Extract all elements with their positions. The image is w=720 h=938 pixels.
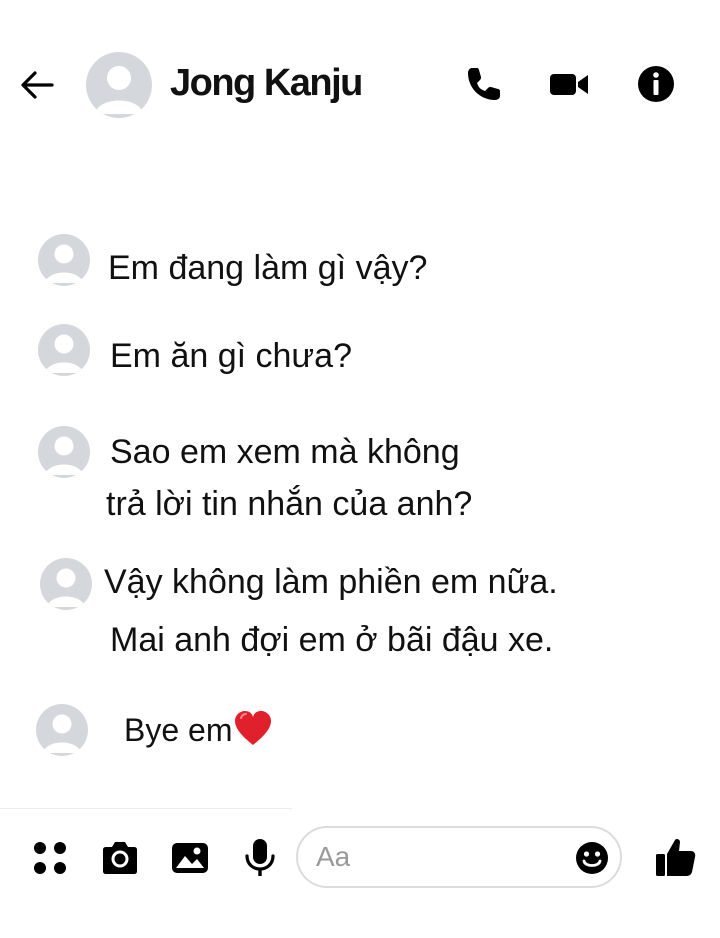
- sender-avatar: [40, 558, 92, 610]
- message-text: Bye em: [124, 704, 274, 756]
- apps-icon[interactable]: [28, 836, 72, 880]
- message-text: Em đang làm gì vậy?: [108, 249, 428, 287]
- message-input-container: [296, 826, 622, 888]
- info-icon[interactable]: [634, 62, 678, 106]
- thumbs-up-icon[interactable]: [652, 834, 698, 880]
- sender-avatar: [36, 704, 88, 756]
- divider: [0, 808, 292, 809]
- message-text-line: Vậy không làm phiền em nữa.: [104, 563, 558, 601]
- message-text-line: trả lời tin nhắn của anh?: [106, 485, 473, 523]
- message-text-line: Sao em xem mà không: [110, 433, 460, 471]
- microphone-icon[interactable]: [238, 836, 282, 880]
- video-camera-icon[interactable]: [547, 62, 591, 106]
- emoji-icon[interactable]: [574, 840, 610, 876]
- back-arrow-icon[interactable]: [16, 64, 58, 106]
- message-text-line: Mai anh đợi em ở bãi đậu xe.: [110, 621, 554, 659]
- message-input[interactable]: [316, 838, 556, 876]
- contact-name[interactable]: Jong Kanju: [170, 62, 363, 105]
- message-text: Em ăn gì chưa?: [110, 337, 353, 375]
- camera-icon[interactable]: [98, 836, 142, 880]
- image-icon[interactable]: [168, 836, 212, 880]
- phone-icon[interactable]: [462, 62, 506, 106]
- sender-avatar: [38, 324, 90, 376]
- chat-header: Jong Kanju: [0, 0, 720, 170]
- message-text-label: Bye em: [124, 712, 233, 748]
- contact-avatar[interactable]: [86, 52, 152, 118]
- sender-avatar: [38, 426, 90, 478]
- sender-avatar: [38, 234, 90, 286]
- heart-icon: [232, 708, 274, 748]
